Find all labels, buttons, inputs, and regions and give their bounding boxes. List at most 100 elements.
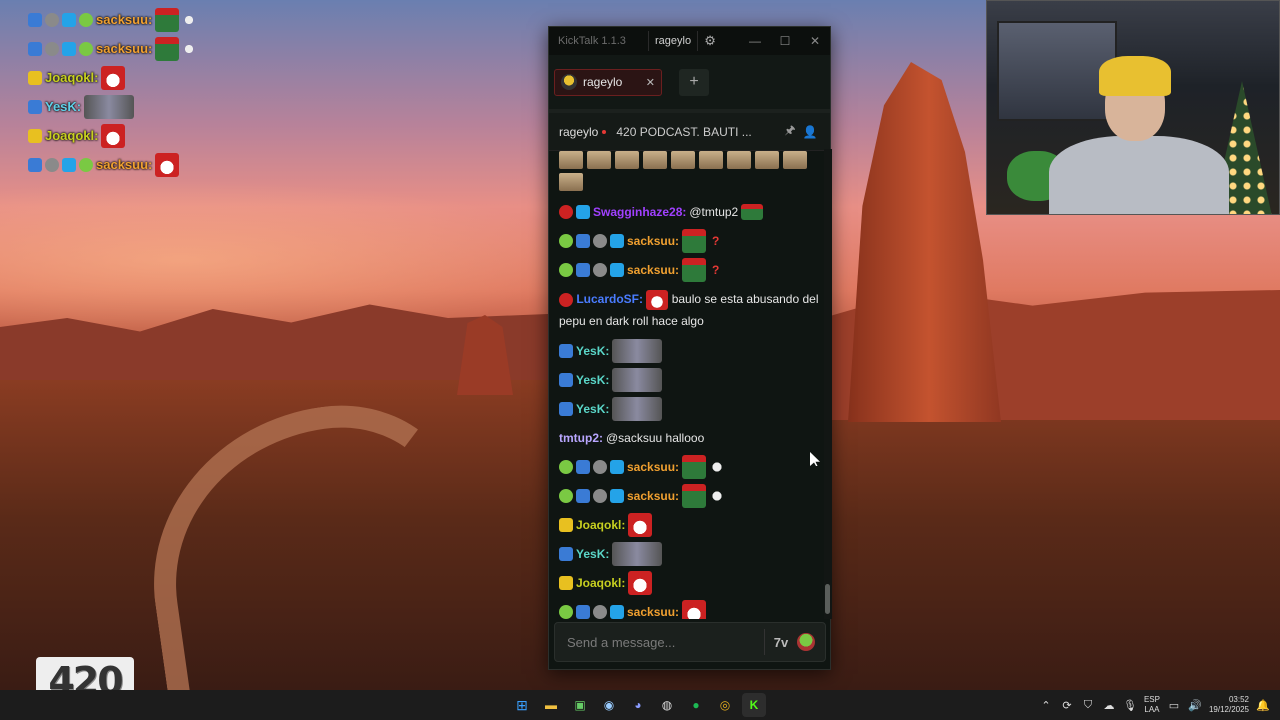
chat-message: YesK: — [559, 365, 822, 394]
sword-badge-icon — [559, 372, 573, 387]
clock[interactable]: 03:52 19/12/2025 — [1209, 695, 1249, 715]
scrollbar-thumb[interactable] — [825, 584, 830, 614]
message-list: Swagginhaze28: @tmtup2 sacksuu: ? sacksu… — [549, 149, 832, 619]
gear-badge-icon — [593, 604, 607, 619]
gif-emote-icon — [587, 151, 611, 169]
message-input[interactable] — [555, 623, 764, 661]
username[interactable]: Joaqokl: — [576, 576, 625, 590]
notification-icon[interactable]: 🔔 — [1256, 699, 1270, 712]
goblin-badge-icon — [559, 459, 573, 474]
minimize-icon[interactable]: — — [740, 34, 770, 48]
terminal-icon[interactable]: ▣ — [568, 693, 592, 717]
spotify-icon[interactable]: ● — [684, 693, 708, 717]
tab-rageylo[interactable]: rageylo ✕ — [554, 68, 662, 96]
chat-message: sacksuu: ? — [559, 255, 822, 284]
snow-emote-icon — [709, 458, 726, 475]
7tv-icon[interactable]: 7v — [765, 635, 797, 650]
windows-start-icon[interactable]: ⊞ — [510, 693, 534, 717]
goblin-badge-icon — [559, 262, 573, 277]
gif-emote-icon — [727, 151, 751, 169]
chat-message: YesK: — [559, 336, 822, 365]
cloud-icon[interactable]: ☁ — [1102, 699, 1116, 712]
username[interactable]: YesK: — [576, 547, 609, 561]
sword-badge-icon — [28, 157, 42, 172]
close-tab-icon[interactable]: ✕ — [646, 76, 655, 89]
gif-emote-icon — [615, 151, 639, 169]
cube-badge-icon — [610, 604, 624, 619]
webcam-person-hat — [1099, 56, 1171, 96]
sword-badge-icon — [28, 12, 42, 27]
gear-badge-icon — [593, 459, 607, 474]
emote-icon — [741, 203, 764, 220]
maximize-icon[interactable]: ☐ — [770, 34, 800, 48]
username[interactable]: sacksuu: — [627, 489, 679, 503]
chrome-icon[interactable]: ◎ — [713, 693, 737, 717]
chat-message: LucardoSF: baulo se esta abusando del pe… — [559, 284, 822, 336]
keyboard-layout: LAA — [1144, 705, 1160, 714]
discord-icon[interactable]: ◕ — [626, 693, 650, 717]
cat-emote-icon — [612, 541, 663, 566]
santa-emote-icon — [628, 512, 653, 537]
username[interactable]: sacksuu: — [627, 234, 679, 248]
cube-badge-icon — [62, 12, 76, 27]
overlay-username: sacksuu: — [96, 12, 153, 27]
close-icon[interactable]: ✕ — [800, 34, 830, 48]
message-text: ? — [712, 233, 720, 248]
plus-icon[interactable]: + — [679, 68, 709, 96]
sword-badge-icon — [28, 99, 42, 114]
overlay-username: sacksuu: — [96, 157, 153, 172]
username[interactable]: LucardoSF: — [576, 292, 643, 306]
santa-emote-icon — [101, 65, 126, 90]
cube-badge-icon — [610, 488, 624, 503]
system-tray: ⌃ ⟳ ⛉ ☁ 🎙 ESP LAA ▭ 🔊 03:52 19/12/2025 🔔 — [1039, 690, 1270, 720]
sync-icon[interactable]: ⟳ — [1060, 699, 1074, 712]
overlay-chat-row: YesK: — [28, 92, 288, 121]
clock-date: 19/12/2025 — [1208, 705, 1249, 714]
sword-badge-icon — [576, 459, 590, 474]
account-button[interactable]: rageylo — [648, 31, 699, 51]
kick-icon[interactable]: K — [742, 693, 766, 717]
chat-message: tmtup2: @sacksuu hallooo — [559, 423, 822, 452]
overlay-chat-row: sacksuu: — [28, 5, 288, 34]
gear-icon[interactable]: ⚙ — [698, 33, 722, 49]
goblin-badge-icon — [79, 157, 93, 172]
taskbar-apps: ⊞ ▬ ▣ ◉ ◕ ◍ ● ◎ K — [510, 690, 766, 720]
file-explorer-icon[interactable]: ▬ — [539, 693, 563, 717]
username[interactable]: YesK: — [576, 373, 609, 387]
cube-badge-icon — [62, 157, 76, 172]
username[interactable]: sacksuu: — [627, 605, 679, 619]
username[interactable]: sacksuu: — [627, 460, 679, 474]
7tv-badge-icon — [28, 70, 42, 85]
steam-icon[interactable]: ◉ — [597, 693, 621, 717]
username[interactable]: YesK: — [576, 402, 609, 416]
language-indicator[interactable]: ESP LAA — [1144, 695, 1160, 715]
microphone-icon[interactable]: 🎙 — [1123, 699, 1137, 712]
username[interactable]: tmtup2: — [559, 431, 603, 445]
taskbar: ⊞ ▬ ▣ ◉ ◕ ◍ ● ◎ K ⌃ ⟳ ⛉ ☁ 🎙 ESP LAA ▭ 🔊 … — [0, 690, 1280, 720]
username[interactable]: YesK: — [576, 344, 609, 358]
shield-icon[interactable]: ⛉ — [1081, 699, 1095, 712]
username[interactable]: Swagginhaze28: — [593, 205, 686, 219]
username[interactable]: Joaqokl: — [576, 518, 625, 532]
overlay-chat-row: sacksuu: — [28, 150, 288, 179]
overlay-username: Joaqokl: — [45, 70, 99, 85]
pin-icon[interactable]: 🖈 — [780, 121, 800, 142]
gif-emote-icon — [643, 151, 667, 169]
overlay-username: Joaqokl: — [45, 128, 99, 143]
chat-message: YesK: — [559, 394, 822, 423]
title-bar: KickTalk 1.1.3 rageylo ⚙ — ☐ ✕ — [549, 27, 830, 55]
gear-badge-icon — [45, 41, 59, 56]
stream-title: 420 PODCAST. BAUTI ... — [616, 124, 752, 139]
network-icon[interactable]: ▭ — [1167, 699, 1181, 712]
overlay-chat-row: Joaqokl: — [28, 63, 288, 92]
user-icon[interactable]: 👤 — [800, 125, 820, 139]
volume-icon[interactable]: 🔊 — [1188, 699, 1202, 712]
obs-icon[interactable]: ◍ — [655, 693, 679, 717]
message-text: ? — [712, 262, 720, 277]
cat-emote-icon — [612, 367, 663, 392]
webcam-feed — [986, 0, 1280, 215]
emote-icon[interactable] — [797, 633, 815, 651]
chat-scrollbar[interactable] — [824, 149, 832, 619]
chevron-up-icon[interactable]: ⌃ — [1039, 699, 1053, 712]
username[interactable]: sacksuu: — [627, 263, 679, 277]
